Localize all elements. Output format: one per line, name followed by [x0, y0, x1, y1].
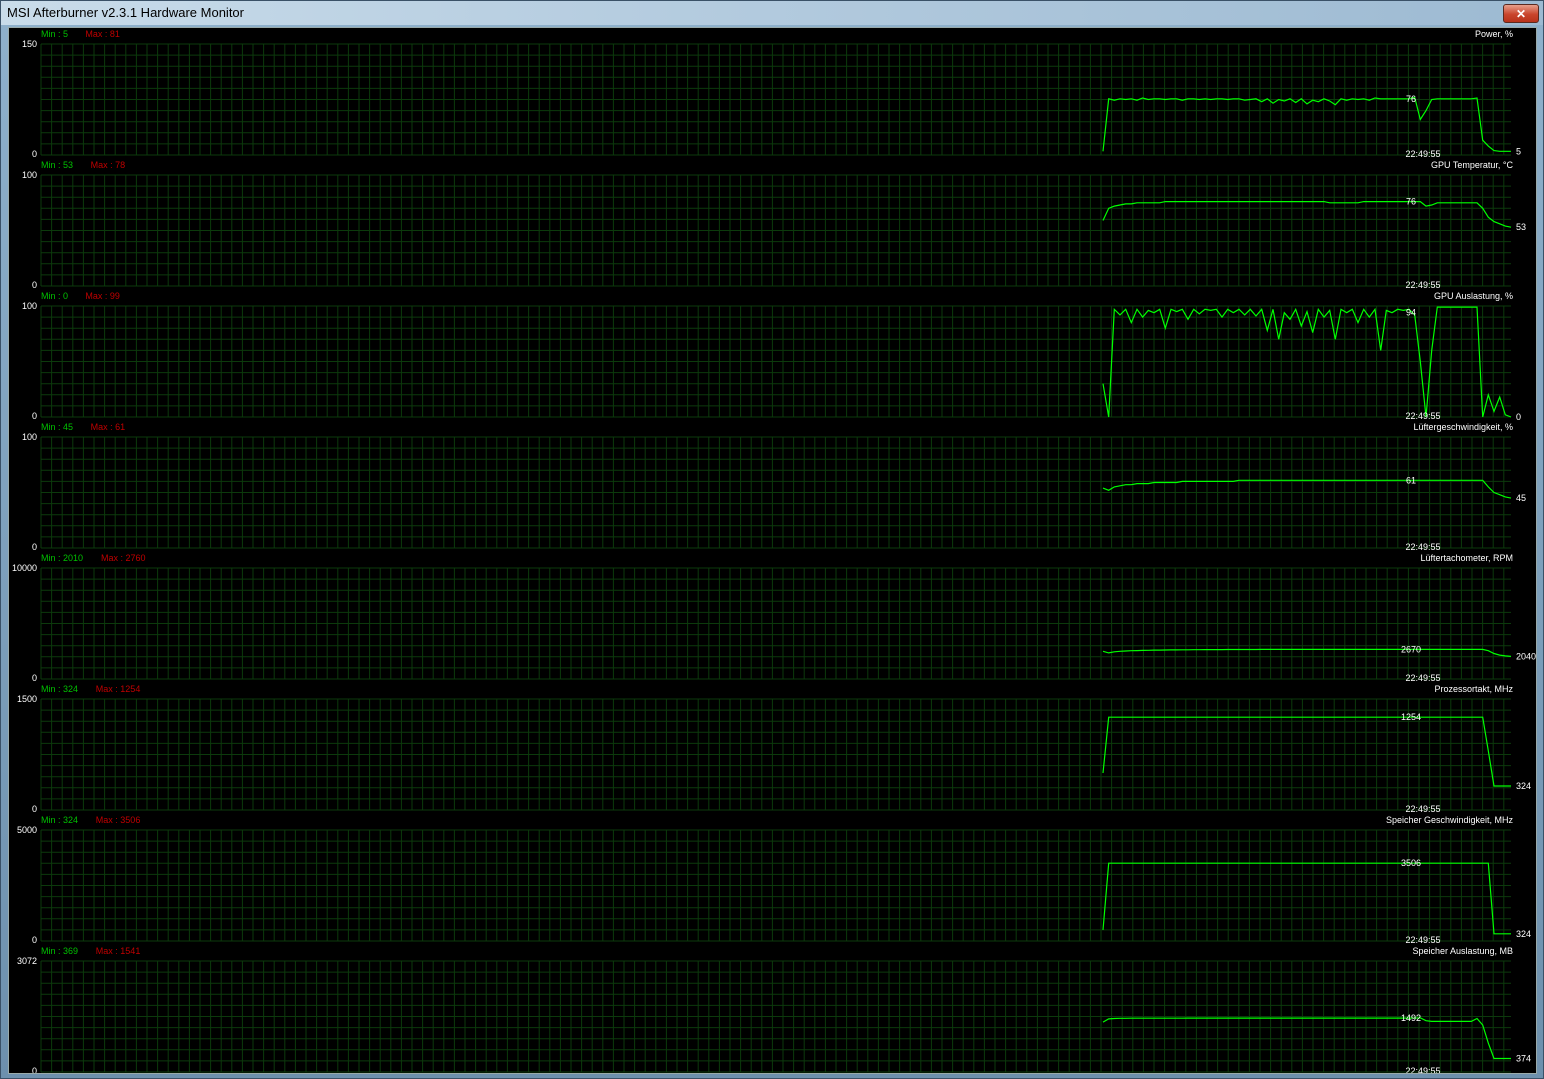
current-value-label: 1254: [1401, 712, 1421, 722]
timestamp-label: 22:49:55: [1405, 149, 1440, 159]
y-max-label: 100: [22, 301, 37, 311]
graph-title: Lüftergeschwindigkeit, %: [1413, 422, 1513, 432]
y-max-label: 10000: [12, 563, 37, 573]
title-bar[interactable]: MSI Afterburner v2.3.1 Hardware Monitor …: [1, 1, 1543, 25]
window-title: MSI Afterburner v2.3.1 Hardware Monitor: [7, 5, 244, 20]
min-label: Min : 324: [41, 684, 78, 694]
timestamp-label: 22:49:55: [1405, 804, 1440, 814]
min-label: Min : 53: [41, 160, 73, 170]
min-label: Min : 0: [41, 291, 68, 301]
max-label: Max : 78: [91, 160, 126, 170]
timestamp-label: 22:49:55: [1405, 935, 1440, 945]
close-icon: ✕: [1515, 6, 1527, 21]
y-min-label: 0: [32, 149, 37, 159]
max-label: Max : 81: [85, 29, 120, 39]
y-min-label: 0: [32, 1066, 37, 1073]
max-label: Max : 1254: [96, 684, 141, 694]
graph-grid: [40, 567, 1511, 680]
y-max-label: 5000: [17, 825, 37, 835]
hardware-monitor-window: MSI Afterburner v2.3.1 Hardware Monitor …: [0, 0, 1544, 1079]
current-value-label: 76: [1406, 197, 1416, 207]
final-value-label: 0: [1516, 412, 1521, 422]
y-max-label: 1500: [17, 694, 37, 704]
timestamp-label: 22:49:55: [1405, 542, 1440, 552]
graph-title: GPU Auslastung, %: [1434, 291, 1513, 301]
max-label: Max : 1541: [96, 946, 141, 956]
current-value-label: 76: [1406, 94, 1416, 104]
max-label: Max : 99: [85, 291, 120, 301]
y-max-label: 100: [22, 170, 37, 180]
current-value-label: 94: [1406, 308, 1416, 318]
timestamp-label: 22:49:55: [1405, 673, 1440, 683]
graph-title: Speicher Auslastung, MB: [1412, 946, 1513, 956]
graph-grid: [40, 829, 1511, 942]
y-max-label: 100: [22, 432, 37, 442]
min-label: Min : 5: [41, 29, 68, 39]
graph-title: Lüftertachometer, RPM: [1420, 553, 1513, 563]
graph-panel[interactable]: Min : 0 Max : 99 GPU Auslastung, % 100 0 94 0 2…: [22, 291, 1521, 422]
y-min-label: 0: [32, 673, 37, 683]
y-min-label: 0: [32, 804, 37, 814]
min-label: Min : 2010: [41, 553, 83, 563]
graph-grid: [40, 174, 1511, 287]
graph-title: Speicher Geschwindigkeit, MHz: [1386, 815, 1514, 825]
max-label: Max : 3506: [96, 815, 141, 825]
min-label: Min : 369: [41, 946, 78, 956]
final-value-label: 324: [1516, 929, 1531, 939]
graph-panel[interactable]: Min : 2010 Max : 2760 Lüftertachometer, RP…: [12, 553, 1536, 683]
final-value-label: 53: [1516, 222, 1526, 232]
current-value-label: 3506: [1401, 858, 1421, 868]
graph-grid: [40, 436, 1511, 549]
y-min-label: 0: [32, 542, 37, 552]
timestamp-label: 22:49:55: [1405, 280, 1440, 290]
graph-panel[interactable]: Min : 369 Max : 1541 Speicher Auslastung, …: [17, 946, 1531, 1073]
graph-title: Power, %: [1475, 29, 1513, 39]
final-value-label: 45: [1516, 493, 1526, 503]
final-value-label: 324: [1516, 781, 1531, 791]
timestamp-label: 22:49:55: [1405, 1066, 1440, 1073]
min-label: Min : 45: [41, 422, 73, 432]
graph-panel[interactable]: Min : 5 Max : 81 Power, % 150 0 76 5 22:49:55: [22, 29, 1521, 159]
y-min-label: 0: [32, 280, 37, 290]
graph-panel[interactable]: Min : 324 Max : 1254 Prozessortakt, MHz 150…: [17, 684, 1531, 814]
graphs-canvas: Min : 5 Max : 81 Power, %150076522:49:55Mi…: [12, 29, 1536, 1073]
y-max-label: 3072: [17, 956, 37, 966]
graph-title: Prozessortakt, MHz: [1434, 684, 1513, 694]
final-value-label: 374: [1516, 1053, 1531, 1063]
graph-grid: [40, 698, 1511, 811]
graph-grid: [40, 305, 1511, 418]
current-value-label: 1492: [1401, 1013, 1421, 1023]
graph-title: GPU Temperatur, °C: [1431, 160, 1513, 170]
current-value-label: 61: [1406, 475, 1416, 485]
graph-grid: [40, 960, 1511, 1073]
graph-panel[interactable]: Min : 324 Max : 3506 Speicher Geschwindigk…: [17, 815, 1531, 945]
y-min-label: 0: [32, 411, 37, 421]
y-max-label: 150: [22, 39, 37, 49]
max-label: Max : 61: [91, 422, 126, 432]
final-value-label: 5: [1516, 146, 1521, 156]
graph-panel[interactable]: Min : 45 Max : 61 Lüftergeschwindigkeit, %…: [22, 422, 1526, 552]
close-button[interactable]: ✕: [1503, 4, 1539, 23]
monitor-graphs-panel[interactable]: Min : 5 Max : 81 Power, % 150 0 76 5 22:49:55 Mi…: [8, 27, 1537, 1074]
final-value-label: 2040: [1516, 651, 1536, 661]
graph-panel[interactable]: Min : 53 Max : 78 GPU Temperatur, °C 100 0 76…: [22, 160, 1526, 290]
timestamp-label: 22:49:55: [1405, 411, 1440, 421]
max-label: Max : 2760: [101, 553, 146, 563]
current-value-label: 2670: [1401, 644, 1421, 654]
min-label: Min : 324: [41, 815, 78, 825]
y-min-label: 0: [32, 935, 37, 945]
